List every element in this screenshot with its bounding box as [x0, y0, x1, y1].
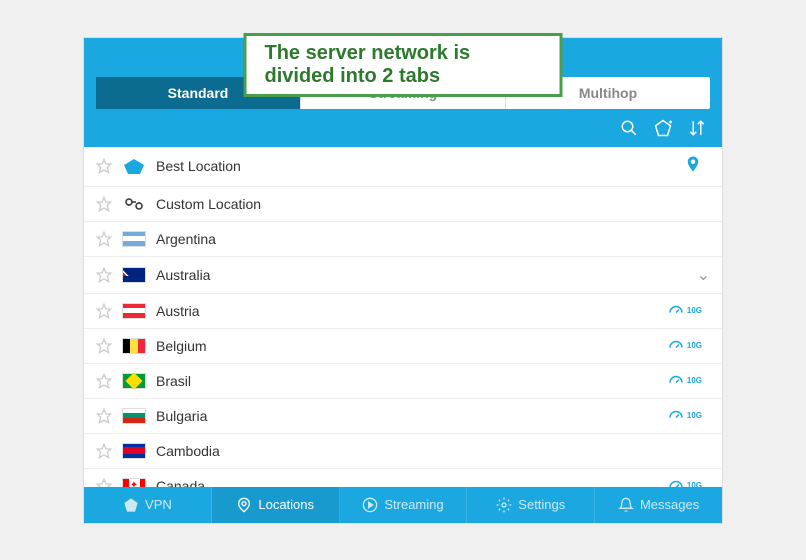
app-window: The server network is divided into 2 tab… [83, 37, 723, 524]
location-name: Belgium [156, 338, 667, 354]
nav-settings[interactable]: Settings [467, 487, 595, 523]
gear-icon [496, 497, 512, 513]
location-row[interactable]: Best Location [84, 147, 722, 187]
location-icon [236, 497, 252, 513]
speed-10g-badge: 10G [667, 372, 702, 390]
favorite-star-icon[interactable] [96, 231, 112, 247]
speed-10g-badge: 10G [667, 337, 702, 355]
location-row[interactable]: Custom Location [84, 187, 722, 222]
toolbar [84, 109, 722, 147]
location-row[interactable]: Cambodia [84, 434, 722, 469]
bell-icon [618, 497, 634, 513]
location-row[interactable]: ✦ Canada10G [84, 469, 722, 487]
location-name: Cambodia [156, 443, 710, 459]
flag-icon: ✦ [122, 477, 146, 487]
location-row[interactable]: Brasil10G [84, 364, 722, 399]
pin-icon [684, 155, 702, 178]
nav-label: Messages [640, 497, 699, 512]
favorite-star-icon[interactable] [96, 373, 112, 389]
flag-icon [122, 195, 146, 213]
location-row[interactable]: Argentina [84, 222, 722, 257]
flag-icon [122, 230, 146, 248]
sort-icon[interactable] [688, 119, 706, 137]
location-list-container: Best Location Custom Location Argentina Aus… [84, 147, 722, 487]
location-name: Best Location [156, 158, 684, 174]
speed-10g-badge: 10G [667, 302, 702, 320]
favorite-star-icon[interactable] [96, 196, 112, 212]
favorite-star-icon[interactable] [96, 158, 112, 174]
bottom-nav: VPN Locations Streaming Settings Message… [84, 487, 722, 523]
nav-label: VPN [145, 497, 172, 512]
location-name: Austria [156, 303, 667, 319]
flag-icon [122, 372, 146, 390]
favorite-star-icon[interactable] [96, 338, 112, 354]
filter-icon[interactable] [654, 119, 672, 137]
favorite-star-icon[interactable] [96, 478, 112, 487]
location-row[interactable]: Bulgaria10G [84, 399, 722, 434]
flag-icon [122, 337, 146, 355]
location-name: Custom Location [156, 196, 710, 212]
flag-icon [122, 407, 146, 425]
speed-10g-badge: 10G [667, 477, 702, 487]
flag-icon [122, 157, 146, 175]
annotation-callout: The server network is divided into 2 tab… [244, 33, 563, 97]
location-name: Brasil [156, 373, 667, 389]
favorite-star-icon[interactable] [96, 303, 112, 319]
nav-label: Settings [518, 497, 565, 512]
flag-icon [122, 302, 146, 320]
location-name: Argentina [156, 231, 710, 247]
location-row[interactable]: Belgium10G [84, 329, 722, 364]
nav-vpn[interactable]: VPN [84, 487, 212, 523]
favorite-star-icon[interactable] [96, 267, 112, 283]
location-list[interactable]: Best Location Custom Location Argentina Aus… [84, 147, 722, 487]
flag-icon [122, 266, 146, 284]
location-name: Bulgaria [156, 408, 667, 424]
nav-label: Locations [258, 497, 314, 512]
favorite-star-icon[interactable] [96, 408, 112, 424]
location-row[interactable]: Australia ⌄ [84, 257, 722, 294]
favorite-star-icon[interactable] [96, 443, 112, 459]
search-icon[interactable] [620, 119, 638, 137]
speed-10g-badge: 10G [667, 407, 702, 425]
play-icon [362, 497, 378, 513]
nav-messages[interactable]: Messages [595, 487, 722, 523]
nav-locations[interactable]: Locations [212, 487, 340, 523]
chevron-down-icon[interactable]: ⌄ [697, 265, 710, 285]
nav-streaming[interactable]: Streaming [340, 487, 468, 523]
location-row[interactable]: Austria10G [84, 294, 722, 329]
shield-icon [123, 497, 139, 513]
nav-label: Streaming [384, 497, 443, 512]
flag-icon [122, 442, 146, 460]
location-name: Canada [156, 478, 667, 487]
location-name: Australia [156, 267, 691, 283]
